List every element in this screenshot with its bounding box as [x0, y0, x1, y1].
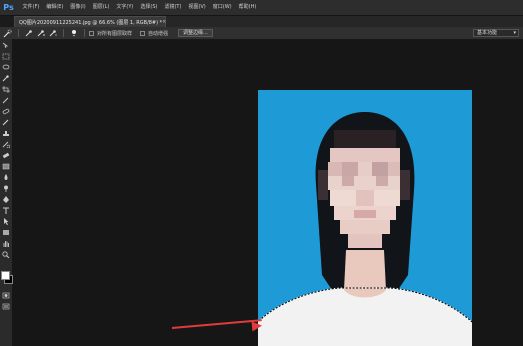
marquee-tool-icon[interactable]	[1, 52, 11, 60]
gradient-tool-icon[interactable]	[1, 162, 11, 170]
document-tab-bar: QQ图片20200911225241.jpg @ 66.6% (图层 1, RG…	[14, 16, 523, 27]
type-tool-icon[interactable]	[1, 206, 11, 214]
menu-image[interactable]: 图像(I)	[67, 0, 89, 15]
sample-all-layers-label: 对所有图层取样	[97, 30, 133, 37]
shape-tool-icon[interactable]	[1, 228, 11, 236]
menu-select[interactable]: 选择(S)	[137, 0, 161, 15]
healing-brush-tool-icon[interactable]	[1, 107, 11, 115]
menu-file[interactable]: 文件(F)	[19, 0, 43, 15]
brush-size-picker-icon[interactable]	[70, 29, 78, 37]
portrait-image	[258, 90, 472, 346]
lasso-tool-icon[interactable]	[1, 63, 11, 71]
options-bar: 对所有图层取样 自动增强 调整边缘... 基本功能 ▾	[0, 27, 523, 40]
tools-panel	[0, 39, 13, 346]
menu-edit[interactable]: 编辑(E)	[43, 0, 67, 15]
hand-tool-icon[interactable]	[1, 239, 11, 247]
subtract-from-selection-icon[interactable]	[49, 29, 57, 37]
new-selection-icon[interactable]	[25, 29, 33, 37]
zoom-tool-icon[interactable]	[1, 250, 11, 258]
menu-help[interactable]: 帮助(H)	[235, 0, 260, 15]
separator	[18, 29, 19, 37]
document-photo[interactable]	[258, 90, 472, 346]
chevron-down-icon: ▾	[513, 30, 516, 36]
blur-tool-icon[interactable]	[1, 173, 11, 181]
eraser-tool-icon[interactable]	[1, 151, 11, 159]
separator	[84, 29, 85, 37]
quick-selection-preset-icon[interactable]	[0, 27, 14, 39]
sample-all-layers-checkbox[interactable]	[89, 30, 94, 36]
auto-enhance-label: 自动增强	[148, 30, 169, 37]
refine-edge-button[interactable]: 调整边缘...	[178, 29, 213, 37]
photoshop-logo: Ps	[3, 3, 14, 12]
foreground-color-swatch[interactable]	[1, 271, 10, 280]
path-selection-tool-icon[interactable]	[1, 217, 11, 225]
screen-mode-icon[interactable]	[1, 302, 11, 310]
quick-selection-tool-icon[interactable]	[1, 74, 11, 82]
quick-mask-icon[interactable]	[1, 291, 11, 299]
add-to-selection-icon[interactable]	[37, 29, 45, 37]
workspace-select[interactable]: 基本功能 ▾	[473, 29, 519, 37]
menu-window[interactable]: 窗口(W)	[209, 0, 235, 15]
annotation-arrow-head	[251, 320, 263, 332]
menu-filter[interactable]: 滤镜(T)	[161, 0, 185, 15]
pen-tool-icon[interactable]	[1, 195, 11, 203]
document-tab-title: QQ图片20200911225241.jpg @ 66.6% (图层 1, RG…	[19, 19, 163, 26]
menu-items: 文件(F) 编辑(E) 图像(I) 图层(L) 文字(Y) 选择(S) 滤镜(T…	[19, 0, 260, 15]
menu-bar: Ps 文件(F) 编辑(E) 图像(I) 图层(L) 文字(Y) 选择(S) 滤…	[0, 0, 523, 16]
auto-enhance-checkbox[interactable]	[140, 30, 146, 36]
separator	[63, 29, 64, 37]
crop-tool-icon[interactable]	[1, 85, 11, 93]
history-brush-tool-icon[interactable]	[1, 140, 11, 148]
menu-view[interactable]: 视图(V)	[185, 0, 209, 15]
eyedropper-tool-icon[interactable]	[1, 96, 11, 104]
menu-layer[interactable]: 图层(L)	[89, 0, 113, 15]
clone-stamp-tool-icon[interactable]	[1, 129, 11, 137]
menu-type[interactable]: 文字(Y)	[113, 0, 137, 15]
close-icon[interactable]: ×	[162, 19, 166, 25]
brush-tool-icon[interactable]	[1, 118, 11, 126]
workspace-select-value: 基本功能	[477, 30, 498, 36]
document-tab[interactable]: QQ图片20200911225241.jpg @ 66.6% (图层 1, RG…	[14, 16, 166, 27]
move-tool-icon[interactable]	[1, 41, 11, 49]
dodge-tool-icon[interactable]	[1, 184, 11, 192]
